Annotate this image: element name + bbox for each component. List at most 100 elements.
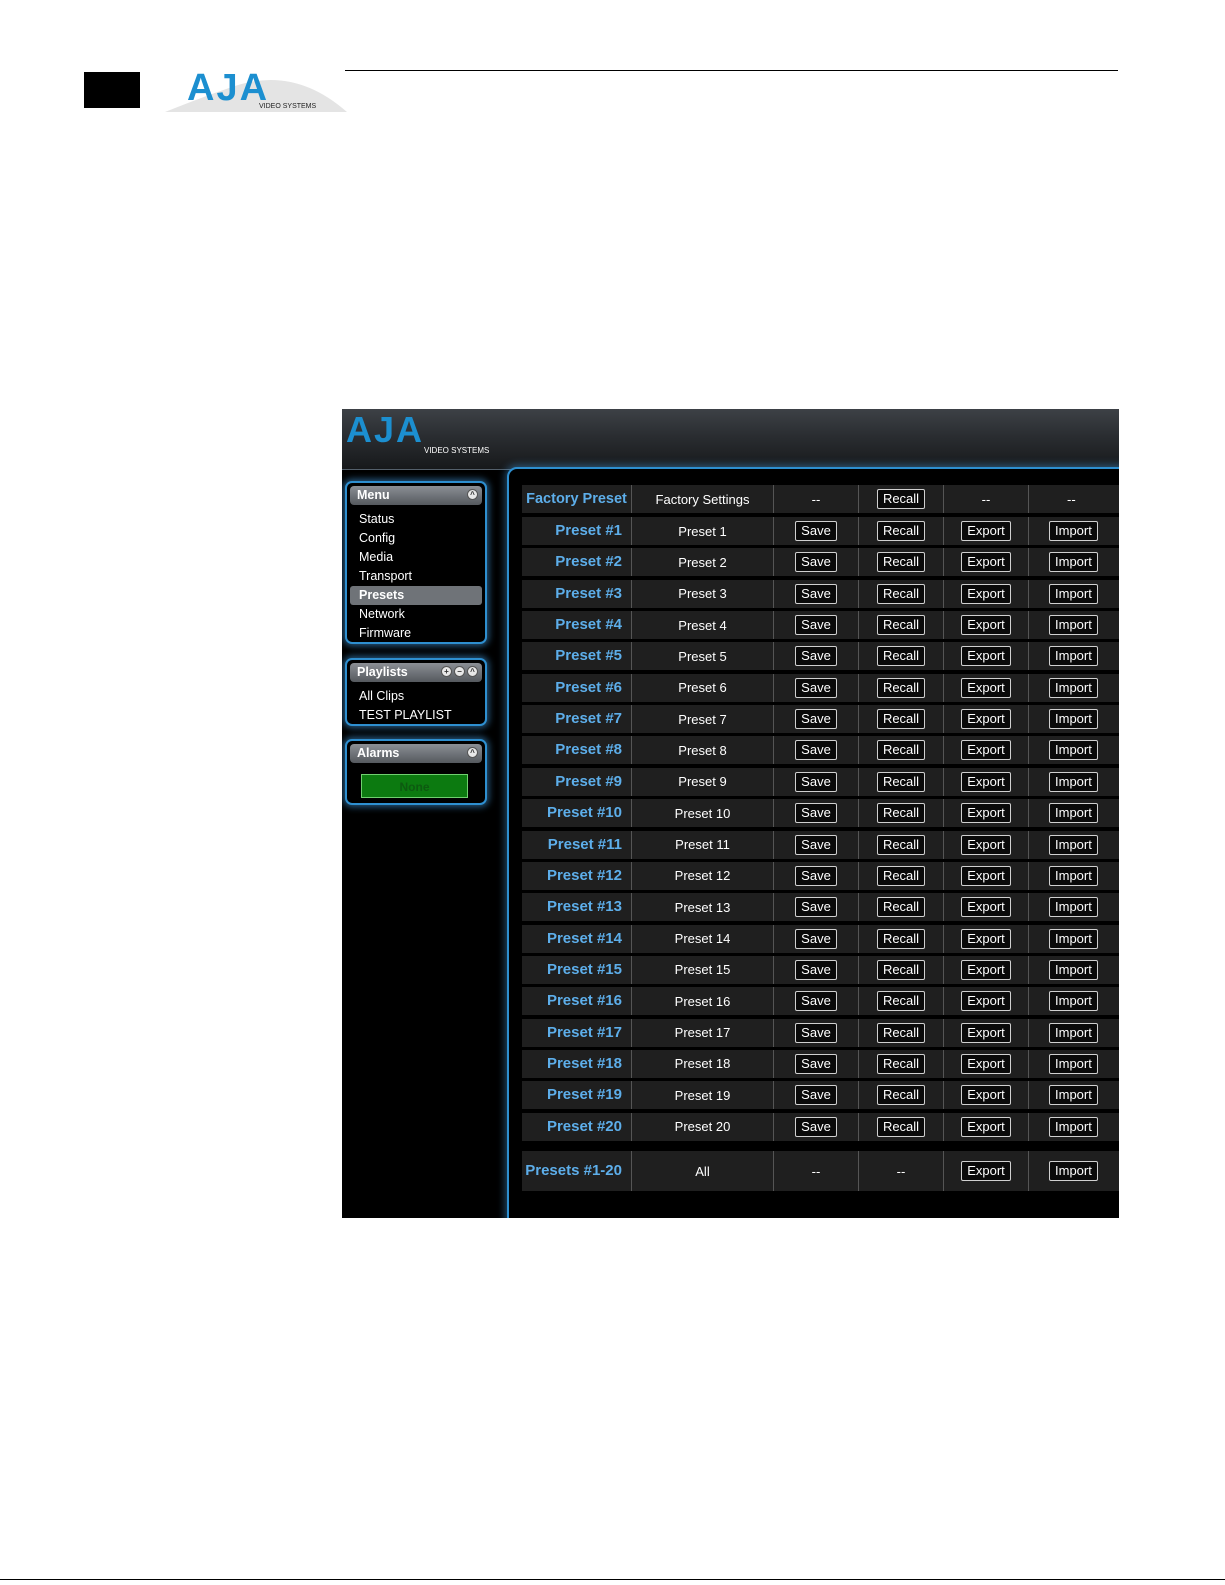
export-button[interactable]: Export bbox=[961, 677, 1011, 698]
export-button[interactable]: Export bbox=[961, 897, 1011, 918]
recall-button[interactable]: Recall bbox=[876, 709, 926, 730]
export-button[interactable]: Export bbox=[961, 1116, 1011, 1137]
collapse-icon[interactable]: ^ bbox=[467, 747, 478, 758]
collapse-icon[interactable]: ^ bbox=[467, 666, 478, 677]
export-button[interactable]: Export bbox=[961, 709, 1011, 730]
save-button[interactable]: Save bbox=[795, 521, 837, 541]
import-button[interactable]: Import bbox=[1049, 991, 1098, 1012]
preset-label: Preset #11 bbox=[547, 835, 622, 853]
playlist-item-all-clips[interactable]: All Clips bbox=[350, 687, 482, 706]
import-button[interactable]: Import bbox=[1049, 897, 1098, 918]
save-button[interactable]: Save bbox=[795, 1085, 837, 1106]
import-button[interactable]: Import bbox=[1049, 803, 1098, 824]
save-button[interactable]: Save bbox=[795, 771, 837, 792]
import-button[interactable]: Import bbox=[1049, 583, 1098, 604]
recall-button[interactable]: Recall bbox=[876, 897, 926, 918]
export-button[interactable]: Export bbox=[961, 583, 1011, 604]
collapse-icon[interactable]: ^ bbox=[467, 489, 478, 500]
save-button[interactable]: Save bbox=[795, 1053, 837, 1074]
export-button[interactable]: Export bbox=[961, 1085, 1011, 1106]
recall-button[interactable]: Recall bbox=[876, 552, 926, 573]
save-button[interactable]: Save bbox=[795, 834, 837, 855]
save-button[interactable]: Save bbox=[795, 646, 837, 667]
recall-button[interactable]: Recall bbox=[876, 583, 926, 604]
save-button[interactable]: Save bbox=[795, 865, 837, 886]
import-button[interactable]: Import bbox=[1049, 552, 1098, 573]
import-button[interactable]: Import bbox=[1049, 1085, 1098, 1106]
save-button[interactable]: Save bbox=[795, 991, 837, 1012]
save-button[interactable]: Save bbox=[795, 1022, 837, 1043]
remove-playlist-icon[interactable]: − bbox=[454, 666, 465, 677]
save-button[interactable]: Save bbox=[795, 803, 837, 824]
export-button[interactable]: Export bbox=[961, 615, 1011, 636]
export-button[interactable]: Export bbox=[961, 1022, 1011, 1043]
recall-button[interactable]: Recall bbox=[876, 1116, 926, 1137]
import-button[interactable]: Import bbox=[1049, 959, 1098, 980]
recall-button[interactable]: Recall bbox=[876, 1022, 926, 1043]
import-button[interactable]: Import bbox=[1049, 615, 1098, 636]
menu-item-transport[interactable]: Transport bbox=[350, 567, 482, 586]
save-button[interactable]: Save bbox=[795, 928, 837, 949]
recall-button[interactable]: Recall bbox=[876, 521, 926, 541]
save-button[interactable]: Save bbox=[795, 583, 837, 604]
export-button[interactable]: Export bbox=[961, 991, 1011, 1012]
export-button[interactable]: Export bbox=[961, 834, 1011, 855]
recall-button[interactable]: Recall bbox=[876, 1053, 926, 1074]
export-button[interactable]: Export bbox=[961, 1053, 1011, 1074]
import-button[interactable]: Import bbox=[1049, 1022, 1098, 1043]
export-button[interactable]: Export bbox=[961, 803, 1011, 824]
export-button[interactable]: Export bbox=[961, 771, 1011, 792]
export-button[interactable]: Export bbox=[961, 959, 1011, 980]
menu-item-presets[interactable]: Presets bbox=[350, 586, 482, 605]
factory-recall-button[interactable]: Recall bbox=[876, 489, 926, 509]
export-all-button[interactable]: Export bbox=[961, 1161, 1011, 1181]
menu-item-status[interactable]: Status bbox=[350, 510, 482, 529]
playlist-item-test-playlist[interactable]: TEST PLAYLIST bbox=[350, 706, 482, 725]
save-button[interactable]: Save bbox=[795, 709, 837, 730]
import-all-button[interactable]: Import bbox=[1049, 1161, 1098, 1181]
import-button[interactable]: Import bbox=[1049, 928, 1098, 949]
import-button[interactable]: Import bbox=[1049, 1116, 1098, 1137]
export-button[interactable]: Export bbox=[961, 552, 1011, 573]
import-button[interactable]: Import bbox=[1049, 834, 1098, 855]
menu-item-firmware[interactable]: Firmware bbox=[350, 624, 482, 643]
preset-name: Preset 18 bbox=[631, 1049, 773, 1078]
recall-button[interactable]: Recall bbox=[876, 865, 926, 886]
export-button[interactable]: Export bbox=[961, 521, 1011, 541]
save-button[interactable]: Save bbox=[795, 959, 837, 980]
import-button[interactable]: Import bbox=[1049, 521, 1098, 541]
save-button[interactable]: Save bbox=[795, 740, 837, 761]
save-button[interactable]: Save bbox=[795, 897, 837, 918]
menu-item-network[interactable]: Network bbox=[350, 605, 482, 624]
recall-button[interactable]: Recall bbox=[876, 740, 926, 761]
import-button[interactable]: Import bbox=[1049, 677, 1098, 698]
recall-button[interactable]: Recall bbox=[876, 928, 926, 949]
import-button[interactable]: Import bbox=[1049, 709, 1098, 730]
menu-item-config[interactable]: Config bbox=[350, 529, 482, 548]
save-button[interactable]: Save bbox=[795, 615, 837, 636]
save-button[interactable]: Save bbox=[795, 677, 837, 698]
import-button[interactable]: Import bbox=[1049, 646, 1098, 667]
recall-button[interactable]: Recall bbox=[876, 771, 926, 792]
save-button[interactable]: Save bbox=[795, 552, 837, 573]
menu-item-media[interactable]: Media bbox=[350, 548, 482, 567]
recall-button[interactable]: Recall bbox=[876, 991, 926, 1012]
import-button[interactable]: Import bbox=[1049, 865, 1098, 886]
recall-button[interactable]: Recall bbox=[876, 803, 926, 824]
recall-button[interactable]: Recall bbox=[876, 834, 926, 855]
export-button[interactable]: Export bbox=[961, 646, 1011, 667]
import-button[interactable]: Import bbox=[1049, 740, 1098, 761]
recall-button[interactable]: Recall bbox=[876, 1085, 926, 1106]
import-button[interactable]: Import bbox=[1049, 771, 1098, 792]
add-playlist-icon[interactable]: + bbox=[441, 666, 452, 677]
export-button[interactable]: Export bbox=[961, 865, 1011, 886]
save-button[interactable]: Save bbox=[795, 1116, 837, 1137]
recall-button[interactable]: Recall bbox=[876, 646, 926, 667]
recall-button[interactable]: Recall bbox=[876, 959, 926, 980]
recall-button[interactable]: Recall bbox=[876, 615, 926, 636]
export-button[interactable]: Export bbox=[961, 928, 1011, 949]
preset-row: Preset #10 Preset 10 Save Recall Export Impor… bbox=[522, 799, 1119, 828]
import-button[interactable]: Import bbox=[1049, 1053, 1098, 1074]
recall-button[interactable]: Recall bbox=[876, 677, 926, 698]
export-button[interactable]: Export bbox=[961, 740, 1011, 761]
